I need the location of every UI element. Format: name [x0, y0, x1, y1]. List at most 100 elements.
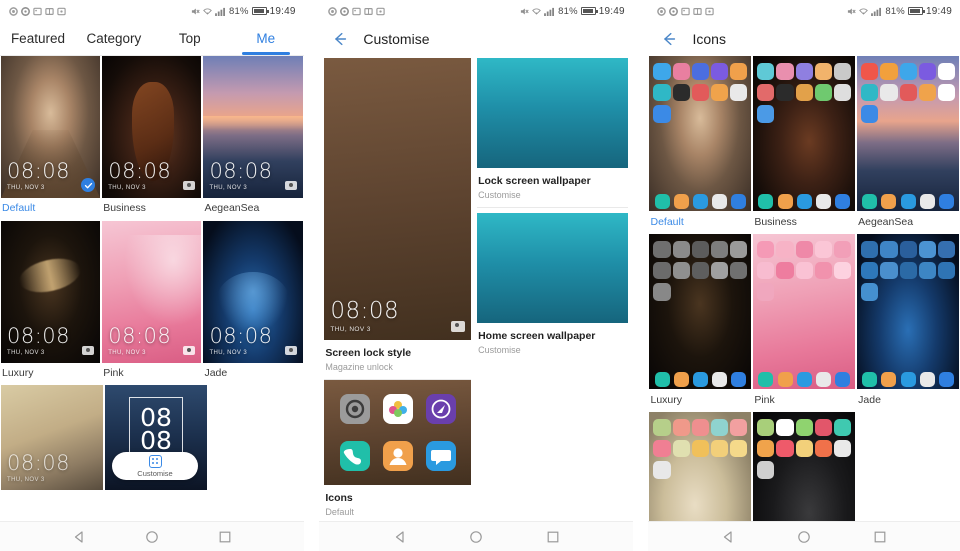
- lock-screen-wallpaper-preview[interactable]: [477, 58, 628, 168]
- tab-me[interactable]: Me: [228, 22, 304, 55]
- lock-date: THU, NOV 3: [7, 349, 45, 356]
- theme-item[interactable]: 08:08 THU, NOV 3 AegeanSea: [203, 56, 303, 219]
- theme-item[interactable]: 08:08 THU, NOV 3 Default: [1, 56, 101, 219]
- app-icon: [861, 262, 879, 280]
- customise-pill-button[interactable]: Customise: [112, 452, 198, 481]
- app-icon: [776, 63, 794, 81]
- dock-app-icon: [731, 194, 747, 209]
- app-icon: [861, 283, 879, 301]
- app-icon: [795, 84, 813, 102]
- home-screen-dock: [753, 372, 855, 387]
- theme-item[interactable]: 08:08 THU, NOV 3 Luxury: [1, 220, 101, 384]
- gallery-app-icon: [382, 394, 413, 425]
- wifi-icon: [203, 8, 212, 15]
- compass-app-icon: [425, 394, 456, 425]
- home-circle-icon[interactable]: [469, 530, 483, 544]
- icon-theme-item[interactable]: Default: [649, 56, 752, 232]
- status-bar-panel2: 81% 19:49: [319, 0, 633, 22]
- panel-gap: [303, 0, 320, 551]
- app-icon: [711, 440, 729, 458]
- icon-theme-thumbnail[interactable]: [857, 234, 959, 389]
- dock-app-icon: [758, 372, 774, 387]
- home-screen-dock: [857, 372, 959, 387]
- icon-theme-label: Default: [650, 216, 684, 228]
- screen-lock-style-title: Screen lock style: [325, 347, 412, 359]
- lock-screen-wallpaper-title: Lock screen wallpaper: [478, 175, 591, 187]
- battery-percent: 81%: [229, 5, 249, 17]
- back-arrow-icon[interactable]: [660, 30, 678, 48]
- app-icon: [899, 262, 917, 280]
- icon-theme-item[interactable]: Pink: [753, 234, 856, 410]
- app-icon: [795, 241, 813, 259]
- icon-theme-thumbnail[interactable]: [753, 234, 856, 389]
- dock-app-icon: [919, 372, 935, 387]
- icons-item-title: Icons: [325, 492, 353, 504]
- app-icon: [937, 262, 956, 280]
- theme-thumbnail[interactable]: 08:08 THU, NOV 3: [102, 220, 202, 363]
- app-icon: [672, 63, 690, 81]
- theme-thumbnail[interactable]: 08:08 THU, NOV 3: [203, 56, 303, 198]
- dock-app-icon: [712, 194, 728, 209]
- theme-item[interactable]: 08:08 THU, NOV 3 Business: [102, 56, 202, 219]
- icon-theme-item[interactable]: Luxury: [649, 234, 752, 410]
- app-icon: [834, 241, 852, 259]
- app-icon: [672, 419, 690, 437]
- lock-clock: 08:08 THU, NOV 3: [108, 161, 171, 192]
- app-icon: [653, 105, 671, 123]
- home-circle-icon[interactable]: [797, 530, 811, 544]
- back-triangle-icon[interactable]: [72, 530, 86, 544]
- icon-theme-label: Jade: [858, 394, 881, 406]
- back-arrow-icon[interactable]: [331, 30, 349, 48]
- back-triangle-icon[interactable]: [721, 530, 735, 544]
- icons-preview[interactable]: [324, 380, 472, 485]
- dock-app-icon: [881, 372, 897, 387]
- app-icon: [757, 262, 775, 280]
- app-icon: [691, 419, 709, 437]
- theme-thumbnail[interactable]: 08:08 THU, NOV 3: [203, 220, 303, 363]
- app-icon: [757, 283, 775, 301]
- phone-app-icon: [339, 440, 370, 471]
- icon-theme-thumbnail[interactable]: [649, 234, 752, 389]
- home-circle-icon[interactable]: [145, 530, 159, 544]
- dock-app-icon: [815, 194, 831, 209]
- theme-item[interactable]: 08:08 THU, NOV 3 Pink: [102, 220, 202, 384]
- icon-theme-thumbnail[interactable]: [649, 56, 752, 211]
- back-triangle-icon[interactable]: [393, 530, 407, 544]
- icon-theme-item[interactable]: Jade: [857, 234, 959, 410]
- icon-theme-thumbnail[interactable]: [753, 56, 856, 211]
- recents-square-icon[interactable]: [218, 530, 232, 544]
- icon-theme-item[interactable]: AegeanSea: [857, 56, 959, 232]
- home-screen-app-grid: [753, 238, 855, 304]
- status-clock: 19:49: [598, 5, 625, 17]
- status-clock: 19:49: [925, 5, 952, 17]
- theme-thumbnail-partial[interactable]: 08:08 THU, NOV 3: [1, 385, 103, 491]
- app-icon: [834, 440, 852, 458]
- app-icon: [730, 262, 748, 280]
- screen-lock-style-subtitle: Magazine unlock: [325, 362, 393, 372]
- app-icon: [814, 241, 832, 259]
- icon-theme-item[interactable]: Business: [753, 56, 856, 232]
- theme-thumbnail[interactable]: 08:08 THU, NOV 3: [102, 56, 202, 198]
- theme-thumbnail[interactable]: 08:08 THU, NOV 3: [1, 220, 101, 363]
- app-icon: [653, 84, 671, 102]
- app-icon: [711, 419, 729, 437]
- lock-screen-preview[interactable]: 08:08 THU, NOV 3: [324, 58, 472, 340]
- tab-top[interactable]: Top: [152, 22, 228, 55]
- app-icon: [672, 262, 690, 280]
- recents-square-icon[interactable]: [546, 530, 560, 544]
- theme-thumbnail[interactable]: 08:08 THU, NOV 3: [1, 56, 101, 198]
- app-icon: [880, 63, 898, 81]
- icon-theme-thumbnail[interactable]: [857, 56, 959, 211]
- tab-category[interactable]: Category: [76, 22, 152, 55]
- recents-square-icon[interactable]: [873, 530, 887, 544]
- home-screen-wallpaper-preview[interactable]: [477, 213, 628, 323]
- home-screen-dock: [753, 194, 855, 209]
- mute-icon: [521, 7, 529, 15]
- app-icon: [899, 84, 917, 102]
- home-screen-app-grid: [753, 416, 855, 482]
- dock-app-icon: [673, 372, 689, 387]
- tab-featured[interactable]: Featured: [0, 22, 76, 55]
- theme-item[interactable]: 08:08 THU, NOV 3 Jade: [203, 220, 303, 384]
- messages-app-icon: [425, 440, 456, 471]
- panel-customise: 81% 19:49 Customise 08:08 THU, NOV 3 Scr…: [319, 0, 633, 551]
